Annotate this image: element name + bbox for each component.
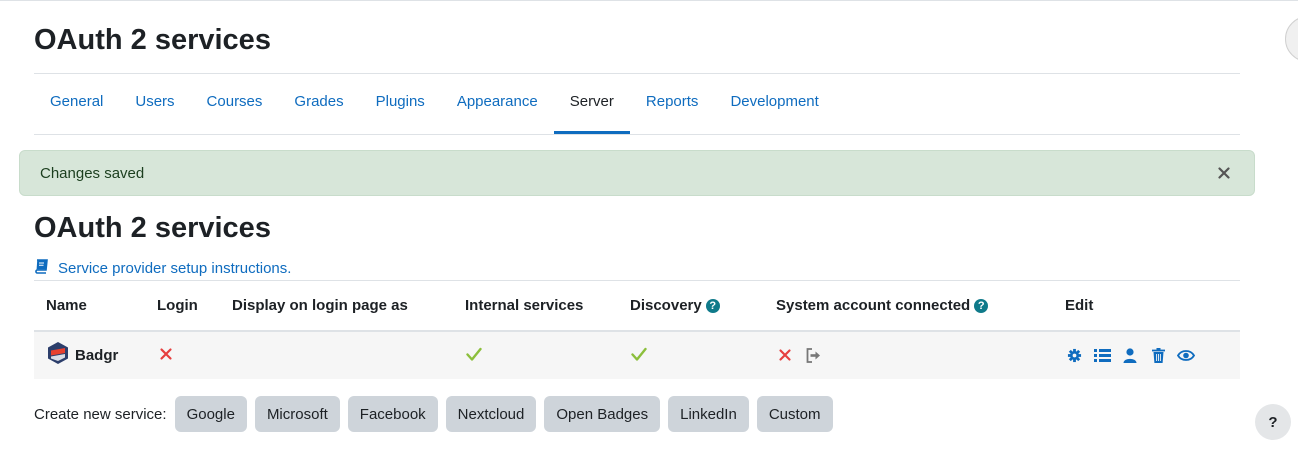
create-service-label: Create new service:	[34, 405, 167, 423]
check-icon	[630, 345, 648, 363]
user-icon[interactable]	[1121, 346, 1139, 364]
create-service-bar: Create new service: Google Microsoft Fac…	[34, 396, 833, 432]
table-header-row: Name Login Display on login page as Inte…	[34, 280, 1240, 332]
services-table: Name Login Display on login page as Inte…	[34, 280, 1240, 379]
section-title: OAuth 2 services	[34, 212, 271, 244]
admin-tabs: General Users Courses Grades Plugins App…	[34, 74, 1240, 135]
tab-development[interactable]: Development	[714, 74, 834, 134]
check-icon	[465, 345, 483, 363]
create-linkedin-button[interactable]: LinkedIn	[668, 396, 749, 432]
help-button[interactable]: ?	[1255, 404, 1291, 440]
name-cell: Badgr	[34, 330, 145, 379]
service-name: Badgr	[75, 346, 119, 364]
badgr-logo-icon	[46, 341, 70, 369]
user-menu-avatar[interactable]	[1285, 16, 1298, 62]
discovery-cell	[618, 330, 764, 379]
sign-in-icon[interactable]	[804, 346, 822, 364]
tab-server[interactable]: Server	[553, 74, 630, 134]
col-edit: Edit	[1053, 280, 1240, 332]
tab-courses[interactable]: Courses	[191, 74, 279, 134]
success-alert: Changes saved	[19, 150, 1255, 196]
col-discovery: Discovery?	[618, 280, 764, 332]
display-cell	[220, 330, 453, 379]
create-open-badges-button[interactable]: Open Badges	[544, 396, 661, 432]
eye-icon[interactable]	[1177, 346, 1195, 364]
create-facebook-button[interactable]: Facebook	[347, 396, 438, 432]
cross-icon	[157, 345, 175, 363]
setup-instructions-link[interactable]: Service provider setup instructions.	[34, 259, 291, 278]
col-login: Login	[145, 280, 220, 332]
col-display: Display on login page as	[220, 280, 453, 332]
tab-general[interactable]: General	[34, 74, 119, 134]
col-internal: Internal services	[453, 280, 618, 332]
gear-icon[interactable]	[1065, 346, 1083, 364]
tab-users[interactable]: Users	[119, 74, 190, 134]
trash-icon[interactable]	[1149, 346, 1167, 364]
create-microsoft-button[interactable]: Microsoft	[254, 396, 340, 432]
tab-appearance[interactable]: Appearance	[441, 74, 554, 134]
col-name: Name	[34, 280, 145, 332]
help-icon[interactable]: ?	[974, 298, 989, 313]
tab-grades[interactable]: Grades	[278, 74, 359, 134]
col-system-account: System account connected?	[764, 280, 1053, 332]
create-google-button[interactable]: Google	[174, 396, 247, 432]
list-icon[interactable]	[1093, 346, 1111, 364]
setup-instructions-text: Service provider setup instructions.	[58, 260, 292, 277]
login-cell	[145, 330, 220, 379]
create-nextcloud-button[interactable]: Nextcloud	[445, 396, 537, 432]
top-border	[0, 0, 1298, 1]
alert-message: Changes saved	[40, 164, 145, 182]
table-row: Badgr	[34, 330, 1240, 379]
tab-reports[interactable]: Reports	[630, 74, 715, 134]
system-account-cell	[764, 330, 1053, 379]
help-icon[interactable]: ?	[705, 298, 720, 313]
create-custom-button[interactable]: Custom	[756, 396, 833, 432]
edit-cell	[1053, 330, 1240, 379]
tab-plugins[interactable]: Plugins	[360, 74, 441, 134]
book-icon	[34, 259, 49, 278]
close-icon[interactable]	[1214, 163, 1234, 183]
cross-icon	[776, 346, 794, 364]
page-title: OAuth 2 services	[34, 24, 271, 56]
internal-cell	[453, 330, 618, 379]
